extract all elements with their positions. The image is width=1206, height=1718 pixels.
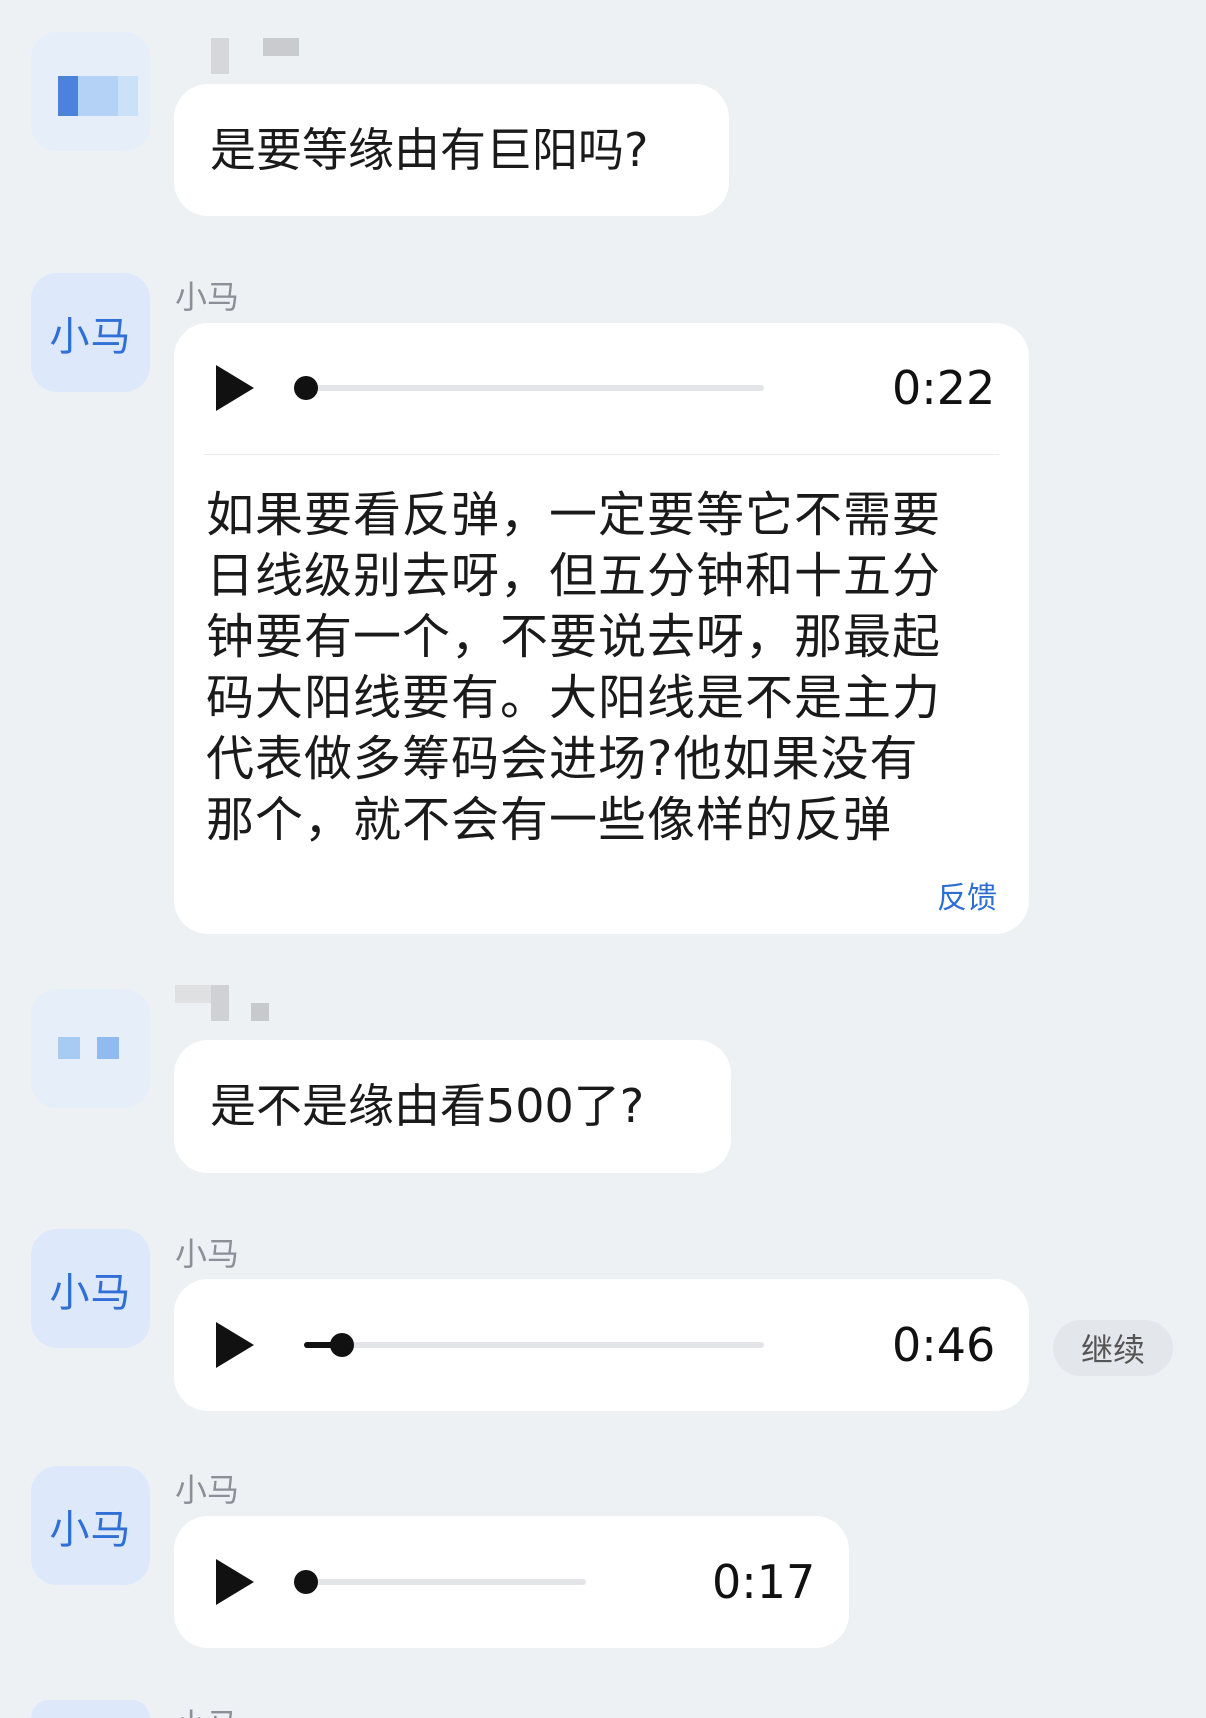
- sender-name: 小马: [175, 1235, 240, 1273]
- avatar-pixel: [58, 76, 78, 116]
- sender-name: 小马: [175, 278, 240, 316]
- message-text: 是要等缘由有巨阳吗?: [210, 123, 649, 177]
- avatar[interactable]: [31, 989, 150, 1108]
- divider: [204, 454, 999, 455]
- voice-message-bubble[interactable]: 0:46: [174, 1279, 1029, 1411]
- name-pixel: [211, 985, 229, 1021]
- voice-progress-track[interactable]: [294, 385, 764, 391]
- avatar-pixel: [118, 76, 138, 116]
- transcript-line: 钟要有一个，不要说去呀，那最起: [206, 609, 942, 665]
- voice-progress-knob[interactable]: [294, 376, 318, 400]
- avatar[interactable]: 小马: [31, 273, 150, 392]
- avatar[interactable]: [31, 32, 150, 151]
- voice-progress-track[interactable]: [304, 1342, 764, 1348]
- voice-duration: 0:17: [712, 1555, 816, 1609]
- voice-message-bubble[interactable]: 0:22 如果要看反弹，一定要等它不需要 日线级别去呀，但五分钟和十五分 钟要有…: [174, 323, 1029, 934]
- feedback-link[interactable]: 反馈: [937, 873, 997, 917]
- sender-name: 小马: [175, 1700, 239, 1718]
- voice-progress-knob[interactable]: [294, 1570, 318, 1594]
- avatar[interactable]: 小马: [31, 1466, 150, 1585]
- avatar[interactable]: 小马: [31, 1229, 150, 1348]
- play-icon[interactable]: [216, 1559, 254, 1605]
- voice-progress-knob[interactable]: [330, 1333, 354, 1357]
- sender-name-blurred: [175, 985, 335, 1025]
- voice-transcript: 如果要看反弹，一定要等它不需要 日线级别去呀，但五分钟和十五分 钟要有一个，不要…: [206, 485, 986, 851]
- continue-button[interactable]: 继续: [1053, 1320, 1173, 1376]
- avatar[interactable]: [31, 1700, 150, 1718]
- voice-duration: 0:46: [892, 1318, 996, 1372]
- voice-progress-track[interactable]: [294, 1579, 586, 1585]
- name-pixel: [263, 38, 299, 56]
- transcript-line: 日线级别去呀，但五分钟和十五分: [206, 548, 942, 604]
- name-pixel: [175, 985, 211, 1003]
- voice-message-bubble[interactable]: 0:17: [174, 1516, 849, 1648]
- sender-name-blurred: [175, 36, 335, 76]
- avatar-pixel: [58, 1037, 80, 1059]
- avatar-pixel: [78, 76, 118, 116]
- name-pixel: [211, 38, 229, 74]
- sender-name: 小马: [175, 1471, 240, 1509]
- message-bubble[interactable]: 是要等缘由有巨阳吗?: [174, 84, 729, 216]
- transcript-line: 代表做多筹码会进场?他如果没有: [206, 731, 919, 787]
- message-text: 是不是缘由看500了?: [210, 1079, 645, 1133]
- play-icon[interactable]: [216, 1322, 254, 1368]
- avatar-pixel: [97, 1037, 119, 1059]
- voice-duration: 0:22: [892, 361, 996, 415]
- play-icon[interactable]: [216, 365, 254, 411]
- name-pixel: [251, 1003, 269, 1021]
- transcript-line: 那个，就不会有一些像样的反弹: [206, 792, 893, 848]
- transcript-line: 如果要看反弹，一定要等它不需要: [206, 487, 942, 543]
- message-bubble[interactable]: 是不是缘由看500了?: [174, 1040, 731, 1173]
- transcript-line: 码大阳线要有。大阳线是不是主力: [206, 670, 942, 726]
